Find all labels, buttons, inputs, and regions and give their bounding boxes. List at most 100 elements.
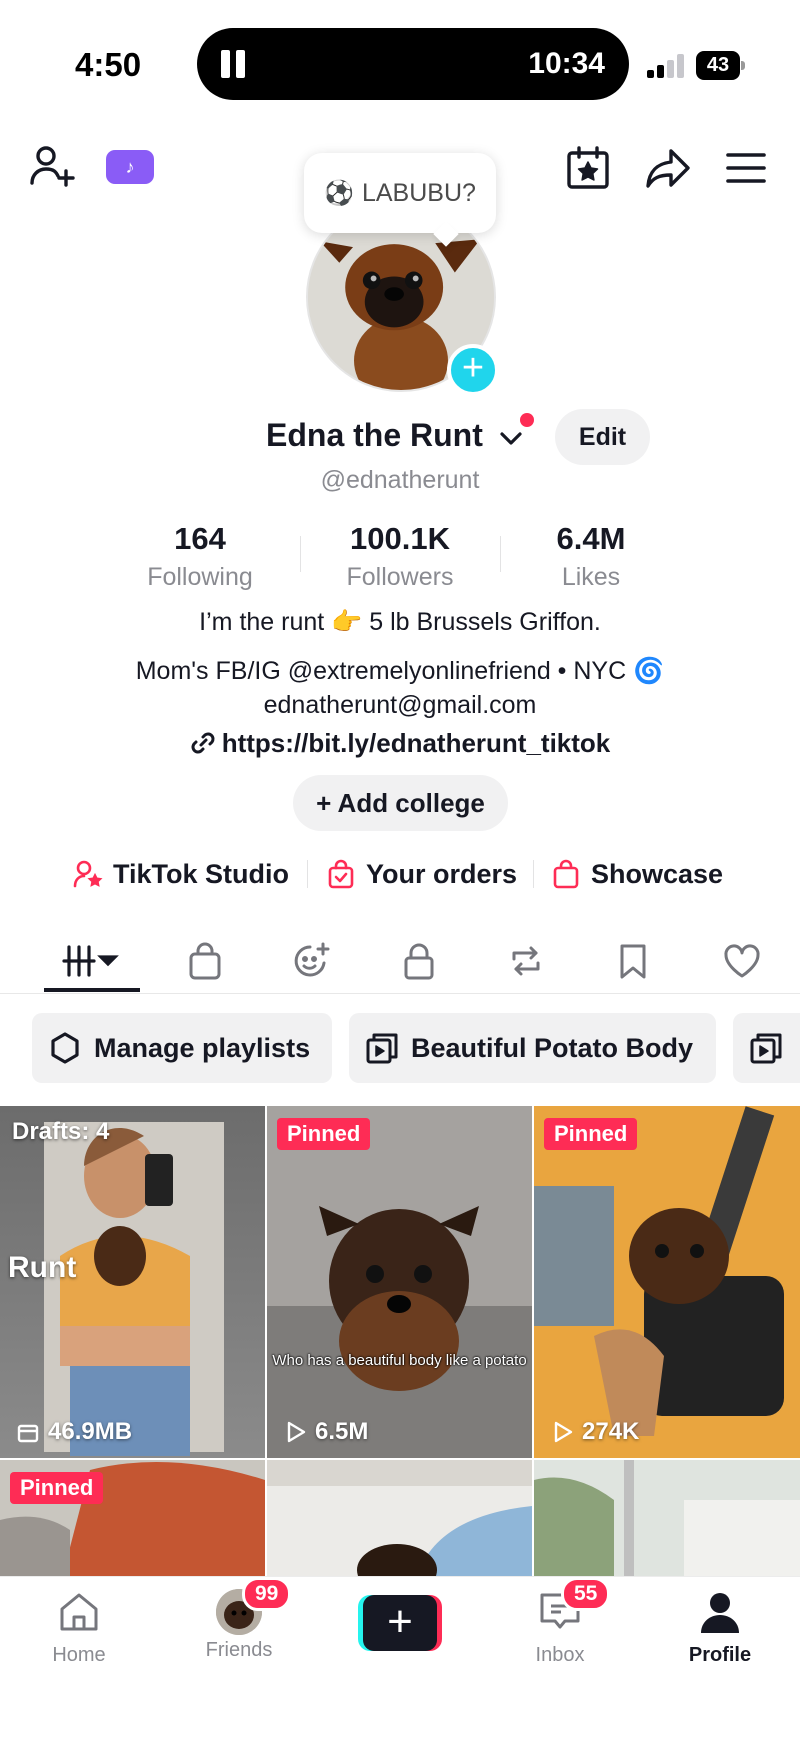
stat-following[interactable]: 164 Following	[100, 521, 300, 592]
content-tabs	[0, 930, 800, 994]
pause-icon	[221, 50, 247, 78]
tab-shop[interactable]	[170, 930, 240, 992]
pinned-badge: Pinned	[10, 1472, 104, 1504]
video-caption: Who has a beautiful body like a potato	[272, 1352, 527, 1369]
pinned-badge: Pinned	[544, 1118, 638, 1150]
home-icon	[60, 1593, 98, 1631]
manage-playlists-button[interactable]: Manage playlists	[32, 1013, 332, 1083]
draft-video-cell[interactable]: Drafts: 4 Runt 46.9MB	[0, 1106, 265, 1458]
status-bubble[interactable]: ⚽ LABUBU?	[304, 153, 496, 233]
pinned-badge: Pinned	[277, 1118, 371, 1150]
video-thumbnail	[267, 1460, 532, 1576]
sparkle-face-icon	[294, 942, 330, 977]
plus-icon: +	[363, 1595, 437, 1651]
draft-overlay-text: Runt	[8, 1251, 77, 1284]
bookmark-icon	[620, 944, 646, 979]
tab-private[interactable]	[384, 930, 454, 992]
nav-inbox[interactable]: Inbox 55	[505, 1577, 615, 1667]
stat-label: Followers	[346, 563, 454, 591]
video-cell[interactable]: Pinned Who has a beautiful body like a p…	[267, 1106, 532, 1458]
shortcut-label: Showcase	[591, 858, 724, 889]
view-count-text: 6.5M	[315, 1418, 369, 1445]
tab-favorites[interactable]	[598, 930, 668, 992]
video-thumbnail	[267, 1106, 532, 1458]
view-count-text: 274K	[582, 1418, 640, 1445]
tiktok-studio-link[interactable]: TikTok Studio	[73, 854, 289, 894]
battery-level: 43	[696, 51, 740, 80]
nav-profile[interactable]: Profile	[665, 1589, 775, 1667]
edit-profile-button[interactable]: Edit	[555, 409, 650, 465]
nav-label: Inbox	[535, 1644, 585, 1666]
signal-icon	[647, 54, 687, 78]
video-cell[interactable]	[267, 1460, 532, 1576]
draft-size: 46.9MB	[16, 1418, 132, 1446]
add-college-button[interactable]: + Add college	[293, 775, 508, 831]
profile-name[interactable]: Edna the Runt	[266, 417, 483, 454]
stat-label: Following	[147, 563, 253, 591]
drafts-icon	[17, 1424, 39, 1443]
add-story-button[interactable]: +	[447, 344, 499, 396]
orders-bag-icon	[328, 859, 354, 889]
heart-icon	[724, 944, 760, 978]
shortcut-label: Your orders	[366, 858, 518, 889]
drafts-label: Drafts: 4	[12, 1118, 110, 1145]
bio-line-1: I’m the runt 👉 5 lb Brussels Griffon.	[199, 608, 601, 636]
nav-label: Home	[52, 1644, 106, 1666]
friends-count-badge: 99	[242, 1577, 292, 1611]
nav-home[interactable]: Home	[24, 1589, 134, 1667]
create-button[interactable]: +	[358, 1595, 442, 1651]
play-icon	[554, 1421, 573, 1443]
link-icon	[191, 732, 215, 754]
nav-friends[interactable]: Friends 99	[184, 1577, 294, 1662]
bio-link-text: https://bit.ly/ednatherunt_tiktok	[221, 728, 611, 758]
soccer-ball-icon: ⚽	[324, 179, 354, 207]
stat-value: 164	[174, 521, 226, 556]
inbox-count-badge: 55	[561, 1577, 611, 1611]
bio-line-3[interactable]: ednatherunt@gmail.com	[0, 691, 800, 720]
add-friend-icon[interactable]	[28, 143, 76, 191]
showcase-link[interactable]: Showcase	[551, 854, 723, 894]
playlist-icon	[366, 1033, 398, 1064]
stat-value: 6.4M	[556, 521, 626, 556]
stat-likes[interactable]: 6.4M Likes	[491, 521, 691, 592]
share-icon[interactable]	[645, 146, 691, 190]
menu-icon[interactable]	[725, 150, 767, 186]
playlist-icon	[750, 1033, 782, 1064]
nav-label: Friends	[205, 1639, 273, 1661]
draft-size-text: 46.9MB	[48, 1418, 133, 1445]
tab-liked[interactable]	[707, 930, 777, 992]
playlist-chip[interactable]: Beautiful Potato Body	[349, 1013, 716, 1083]
active-tab-indicator	[44, 988, 140, 992]
nav-label: Profile	[688, 1644, 752, 1666]
bag-icon	[189, 942, 221, 980]
tab-ai-self[interactable]	[277, 930, 347, 992]
calendar-star-icon[interactable]	[566, 146, 610, 190]
chevron-down-icon[interactable]	[498, 427, 524, 449]
video-thumbnail	[534, 1106, 800, 1458]
profile-handle: @ednatherunt	[320, 466, 480, 494]
activity-time: 10:34	[528, 47, 605, 80]
playlist-chip[interactable]	[733, 1013, 800, 1083]
shortcut-label: TikTok Studio	[113, 858, 290, 889]
stat-value: 100.1K	[350, 521, 450, 556]
tiktok-badge-icon[interactable]: ♪	[106, 150, 154, 184]
video-cell[interactable]: Pinned 274K	[534, 1106, 800, 1458]
status-bar: 4:50 10:34 43	[0, 0, 800, 110]
bio-line-2: Mom's FB/IG @extremelyonlinefriend • NYC…	[135, 657, 665, 685]
dynamic-island[interactable]: 10:34	[197, 28, 629, 100]
stat-followers[interactable]: 100.1K Followers	[300, 521, 500, 592]
view-count: 6.5M	[283, 1418, 368, 1446]
video-cell[interactable]	[534, 1460, 800, 1576]
status-time: 4:50	[75, 46, 142, 83]
shortcut-divider	[533, 860, 534, 888]
tab-reposts[interactable]	[491, 930, 561, 992]
gear-icon	[51, 1032, 79, 1064]
bio-link[interactable]: https://bit.ly/ednatherunt_tiktok	[0, 728, 800, 759]
playlist-label: Beautiful Potato Body	[411, 1032, 693, 1063]
battery-icon: 43	[696, 51, 745, 80]
tab-videos[interactable]	[56, 930, 126, 992]
profile-icon	[701, 1593, 739, 1633]
your-orders-link[interactable]: Your orders	[326, 854, 517, 894]
grid-icon	[62, 945, 119, 977]
video-cell[interactable]: Pinned	[0, 1460, 265, 1576]
